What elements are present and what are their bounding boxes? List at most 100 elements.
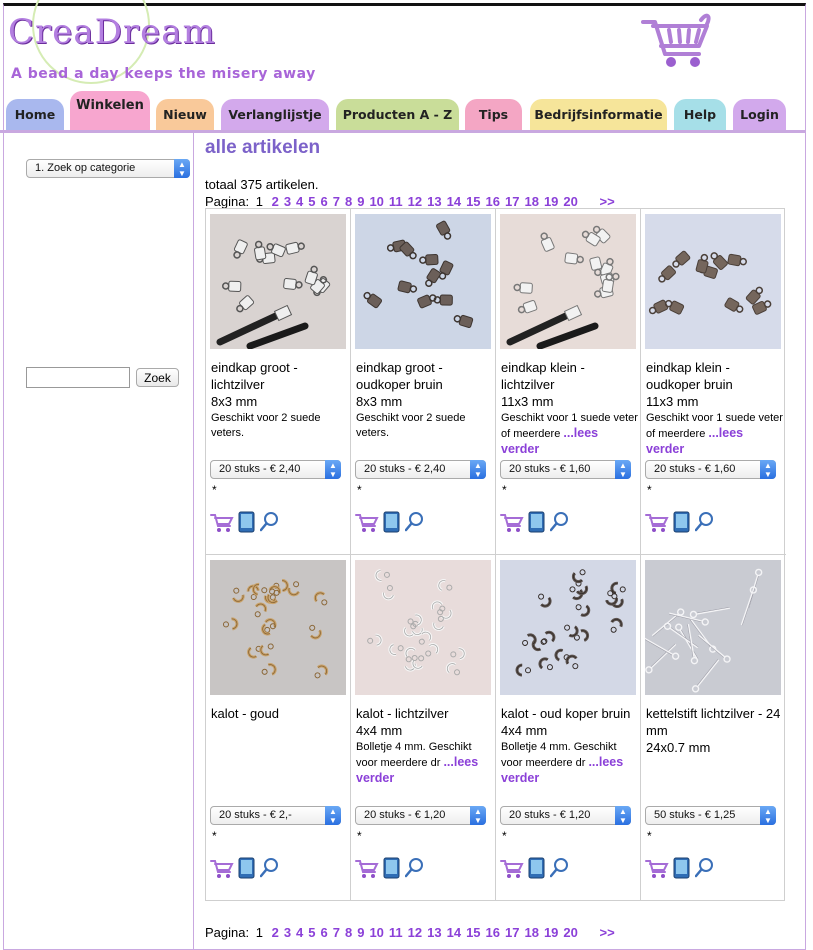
product-image[interactable] [210,560,346,695]
pagination-page-link[interactable]: 18 [524,194,538,209]
pagination-page-link[interactable]: 8 [345,925,352,940]
wishlist-book-icon[interactable] [672,511,692,533]
pagination-page-link[interactable]: 3 [284,194,291,209]
quantity-price-select[interactable]: 20 stuks - € 2,- ▲ ▼ [210,806,341,825]
magnifier-icon[interactable] [260,511,280,533]
pagination-page-link[interactable]: 5 [308,925,315,940]
tab-nieuw[interactable]: Nieuw [156,99,214,130]
cart-icon[interactable] [645,857,669,879]
wishlist-book-icon[interactable] [382,857,402,879]
cart-icon[interactable] [355,857,379,879]
search-button[interactable]: Zoek [136,368,179,387]
wishlist-book-icon[interactable] [527,511,547,533]
product-name[interactable]: eindkap groot - oudkoper bruin [356,360,443,392]
pagination-page-link[interactable]: 16 [486,925,500,940]
pagination-page-link[interactable]: 3 [284,925,291,940]
magnifier-icon[interactable] [550,857,570,879]
quantity-price-select[interactable]: 20 stuks - € 2,40 ▲ ▼ [355,460,486,479]
tab-verlanglijstje[interactable]: Verlanglijstje [221,99,329,130]
pagination-page-link[interactable]: 6 [321,925,328,940]
pagination-page-link[interactable]: 8 [345,194,352,209]
cart-icon[interactable] [355,511,379,533]
pagination-page-link[interactable]: 6 [321,194,328,209]
product-name[interactable]: eindkap groot - lichtzilver [211,360,298,392]
tab-producten-a-z[interactable]: Producten A - Z [336,99,459,130]
pagination-page-link[interactable]: 4 [296,925,303,940]
pagination-page-link[interactable]: 19 [544,925,558,940]
magnifier-icon[interactable] [405,511,425,533]
pagination-page-link[interactable]: 5 [308,194,315,209]
product-name[interactable]: kettelstift lichtzilver - 24 mm [646,706,780,738]
pagination-page-link[interactable]: 20 [563,925,577,940]
quantity-price-select[interactable]: 20 stuks - € 1,60 ▲ ▼ [500,460,631,479]
product-image[interactable] [500,214,636,349]
pagination-page-link[interactable]: 13 [427,925,441,940]
product-name[interactable]: kalot - goud [211,706,279,721]
pagination-page-link[interactable]: 2 [272,194,279,209]
product-image[interactable] [645,214,781,349]
pagination-page-link[interactable]: 14 [447,194,461,209]
pagination-page-link[interactable]: 17 [505,194,519,209]
pagination-page-link[interactable]: 9 [357,194,364,209]
pagination-page-link[interactable]: 12 [408,925,422,940]
pagination-next[interactable]: >> [600,194,615,209]
wishlist-book-icon[interactable] [527,857,547,879]
pagination-page-link[interactable]: 17 [505,925,519,940]
cart-icon[interactable] [210,511,234,533]
shopping-cart-icon[interactable] [637,10,715,70]
pagination-page-link[interactable]: 12 [408,194,422,209]
tab-winkelen[interactable]: Winkelen [70,91,150,130]
cart-icon[interactable] [500,857,524,879]
tab-home[interactable]: Home [6,99,64,130]
quantity-price-select[interactable]: 20 stuks - € 1,20 ▲ ▼ [500,806,631,825]
logo[interactable]: CreaDream [8,12,216,52]
quantity-price-select[interactable]: 50 stuks - € 1,25 ▲ ▼ [645,806,776,825]
product-name[interactable]: kalot - lichtzilver [356,706,448,721]
pagination-next[interactable]: >> [600,925,615,940]
magnifier-icon[interactable] [695,857,715,879]
product-name[interactable]: eindkap klein - oudkoper bruin [646,360,733,392]
pagination-page-link[interactable]: 11 [389,925,403,940]
tab-help[interactable]: Help [674,99,726,130]
pagination-page-link[interactable]: 7 [333,925,340,940]
product-image[interactable] [210,214,346,349]
tab-login[interactable]: Login [733,99,786,130]
pagination-page-link[interactable]: 15 [466,925,480,940]
wishlist-book-icon[interactable] [382,511,402,533]
pagination-page-link[interactable]: 16 [486,194,500,209]
quantity-price-select[interactable]: 20 stuks - € 2,40 ▲ ▼ [210,460,341,479]
pagination-page-link[interactable]: 4 [296,194,303,209]
pagination-page-link[interactable]: 20 [563,194,577,209]
magnifier-icon[interactable] [550,511,570,533]
tab-bedrijfsinformatie[interactable]: Bedrijfsinformatie [530,99,667,130]
cart-icon[interactable] [210,857,234,879]
pagination-page-link[interactable]: 18 [524,925,538,940]
magnifier-icon[interactable] [405,857,425,879]
pagination-page-link[interactable]: 2 [272,925,279,940]
pagination-page-link[interactable]: 10 [369,194,383,209]
tab-tips[interactable]: Tips [465,99,522,130]
cart-icon[interactable] [500,511,524,533]
product-name[interactable]: eindkap klein - lichtzilver [501,360,585,392]
product-image[interactable] [355,560,491,695]
product-image[interactable] [645,560,781,695]
wishlist-book-icon[interactable] [672,857,692,879]
pagination-page-link[interactable]: 15 [466,194,480,209]
category-select[interactable]: 1. Zoek op categorie ▲ ▼ [26,159,190,178]
quantity-price-select[interactable]: 20 stuks - € 1,20 ▲ ▼ [355,806,486,825]
pagination-page-link[interactable]: 7 [333,194,340,209]
quantity-price-select[interactable]: 20 stuks - € 1,60 ▲ ▼ [645,460,776,479]
magnifier-icon[interactable] [695,511,715,533]
product-image[interactable] [355,214,491,349]
pagination-page-link[interactable]: 14 [447,925,461,940]
search-input[interactable] [26,367,130,388]
pagination-page-link[interactable]: 13 [427,194,441,209]
pagination-page-link[interactable]: 10 [369,925,383,940]
wishlist-book-icon[interactable] [237,857,257,879]
cart-icon[interactable] [645,511,669,533]
product-name[interactable]: kalot - oud koper bruin [501,706,630,721]
pagination-page-link[interactable]: 19 [544,194,558,209]
wishlist-book-icon[interactable] [237,511,257,533]
product-image[interactable] [500,560,636,695]
pagination-page-link[interactable]: 11 [389,194,403,209]
